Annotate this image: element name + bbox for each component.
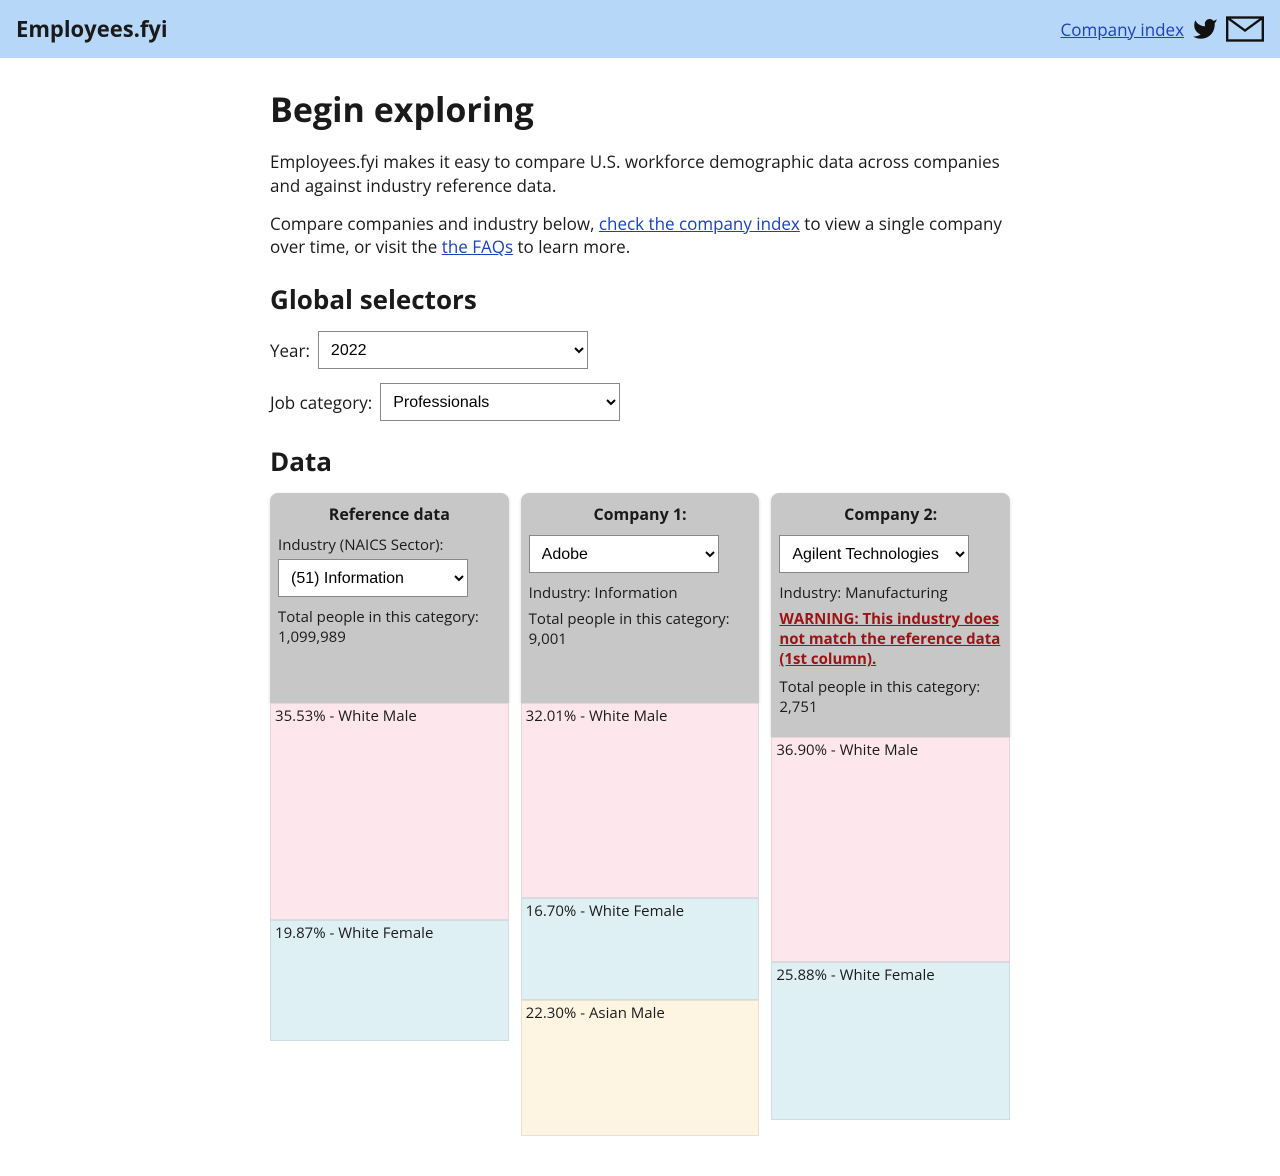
- bar-segment: 25.88% - White Female: [771, 962, 1010, 1120]
- bar-segment: 22.30% - Asian Male: [521, 1000, 760, 1136]
- bar-segment: 32.01% - White Male: [521, 703, 760, 898]
- year-label: Year:: [270, 339, 310, 362]
- reference-bars: 35.53% - White Male19.87% - White Female: [270, 703, 509, 1041]
- company2-bars: 36.90% - White Male25.88% - White Female: [771, 737, 1010, 1120]
- topbar: Employees.fyi Company index: [0, 0, 1280, 58]
- company1-column: Company 1: Adobe Industry: Information T…: [521, 493, 760, 1136]
- global-selectors-heading: Global selectors: [270, 281, 1010, 317]
- company2-total: Total people in this category: 2,751: [779, 677, 1002, 717]
- bar-segment: 35.53% - White Male: [270, 703, 509, 920]
- year-select[interactable]: 2022: [318, 331, 588, 369]
- twitter-icon[interactable]: [1190, 16, 1220, 42]
- intro-paragraph-2: Compare companies and industry below, ch…: [270, 212, 1010, 260]
- company1-bars: 32.01% - White Male16.70% - White Female…: [521, 703, 760, 1136]
- company2-industry: Industry: Manufacturing: [779, 583, 1002, 603]
- topbar-right: Company index: [1061, 16, 1264, 42]
- company-index-link[interactable]: Company index: [1061, 18, 1184, 41]
- brand[interactable]: Employees.fyi: [16, 14, 168, 44]
- page-title: Begin exploring: [270, 86, 1010, 132]
- bar-segment: 36.90% - White Male: [771, 737, 1010, 962]
- company1-total: Total people in this category: 9,001: [529, 609, 752, 649]
- main-container: Begin exploring Employees.fyi makes it e…: [260, 58, 1020, 1176]
- mail-icon[interactable]: [1226, 16, 1264, 42]
- company2-select[interactable]: Agilent Technologies: [779, 535, 969, 573]
- company2-column-header: Company 2: Agilent Technologies Industry…: [771, 493, 1010, 737]
- bar-segment: 16.70% - White Female: [521, 898, 760, 1000]
- data-grid: Reference data Industry (NAICS Sector): …: [270, 493, 1010, 1136]
- job-category-label: Job category:: [270, 391, 372, 414]
- reference-column: Reference data Industry (NAICS Sector): …: [270, 493, 509, 1136]
- company2-column: Company 2: Agilent Technologies Industry…: [771, 493, 1010, 1136]
- check-company-index-link[interactable]: check the company index: [599, 212, 800, 235]
- company1-column-header: Company 1: Adobe Industry: Information T…: [521, 493, 760, 703]
- year-selector-row: Year: 2022: [270, 331, 1010, 369]
- industry-select[interactable]: (51) Information: [278, 559, 468, 597]
- industry-mismatch-warning[interactable]: WARNING: This industry does not match th…: [779, 609, 1002, 669]
- company1-title: Company 1:: [529, 503, 752, 525]
- industry-label: Industry (NAICS Sector):: [278, 535, 501, 555]
- faqs-link[interactable]: the FAQs: [442, 235, 513, 258]
- job-category-select[interactable]: Professionals: [380, 383, 620, 421]
- job-category-selector-row: Job category: Professionals: [270, 383, 1010, 421]
- company1-select[interactable]: Adobe: [529, 535, 719, 573]
- reference-column-header: Reference data Industry (NAICS Sector): …: [270, 493, 509, 703]
- company2-title: Company 2:: [779, 503, 1002, 525]
- data-heading: Data: [270, 443, 1010, 479]
- company1-industry: Industry: Information: [529, 583, 752, 603]
- reference-total: Total people in this category: 1,099,989: [278, 607, 501, 647]
- bar-segment: 19.87% - White Female: [270, 920, 509, 1041]
- intro-paragraph-1: Employees.fyi makes it easy to compare U…: [270, 150, 1010, 198]
- reference-title: Reference data: [278, 503, 501, 525]
